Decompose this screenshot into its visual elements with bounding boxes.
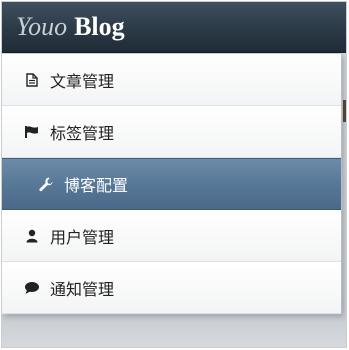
content-background [2, 315, 346, 347]
brand-logo[interactable]: Youo Blog [16, 11, 125, 43]
menu-item-label: 用户管理 [50, 227, 115, 247]
menu-item-articles[interactable]: 文章管理 [2, 54, 341, 106]
flag-icon [22, 122, 42, 142]
document-icon [22, 70, 42, 90]
brand-prefix: Youo [16, 12, 68, 41]
scroll-edge-marker [343, 100, 346, 122]
menu-item-tags[interactable]: 标签管理 [2, 106, 341, 158]
app-window: Youo Blog 文章管理 标签管理 博客配置 用户管理 通知管理 [1, 1, 347, 348]
menu-item-label: 通知管理 [50, 279, 115, 299]
top-navbar: Youo Blog [2, 2, 346, 53]
brand-name: Blog [74, 12, 125, 41]
menu-item-notifications[interactable]: 通知管理 [2, 262, 341, 314]
sidebar-menu: 文章管理 标签管理 博客配置 用户管理 通知管理 [2, 54, 342, 314]
user-icon [22, 226, 42, 246]
menu-item-label: 文章管理 [50, 71, 115, 91]
menu-item-blog-settings[interactable]: 博客配置 [2, 158, 341, 210]
menu-item-label: 标签管理 [50, 123, 115, 143]
comment-icon [22, 278, 42, 298]
menu-item-label: 博客配置 [64, 176, 129, 195]
menu-item-users[interactable]: 用户管理 [2, 210, 341, 262]
wrench-icon [36, 174, 56, 194]
